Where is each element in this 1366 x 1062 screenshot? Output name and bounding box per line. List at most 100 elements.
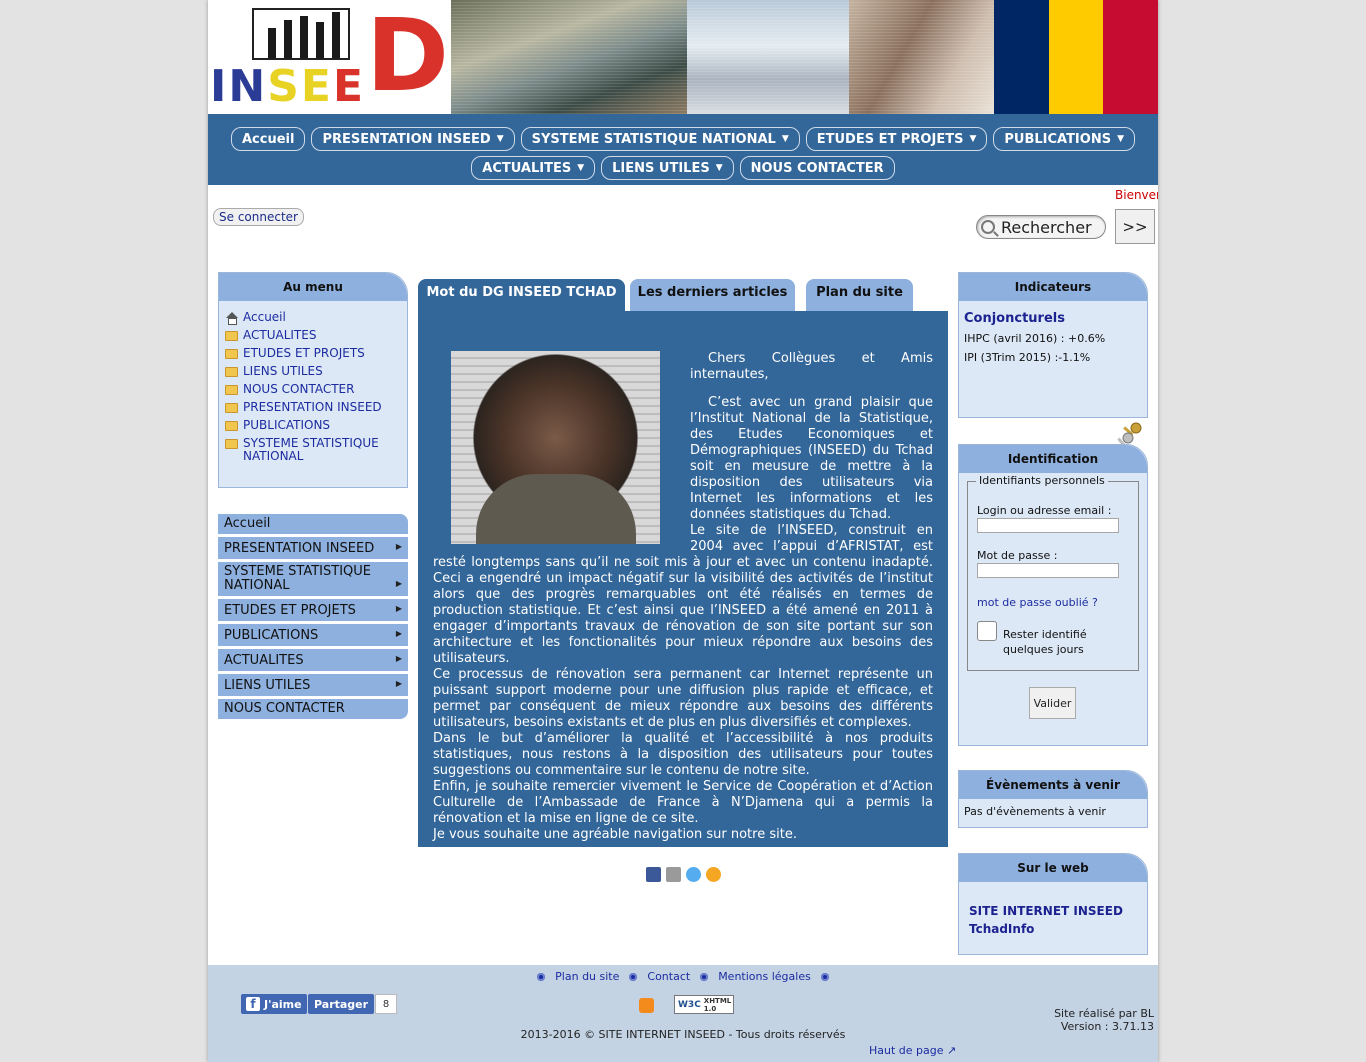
- side-menu-presentation[interactable]: PRESENTATION INSEED ▶: [218, 537, 408, 562]
- rss-icon[interactable]: [639, 998, 654, 1013]
- back-to-top-label: Haut de page: [869, 1044, 944, 1057]
- nav-presentation-inseed[interactable]: PRESENTATION INSEED ▼: [311, 127, 515, 151]
- submenu-arrow-icon: ▶: [395, 679, 402, 688]
- folder-icon: [225, 367, 238, 377]
- side-menu-label: NOUS CONTACTER: [224, 701, 345, 716]
- web-link-tchadinfo[interactable]: TchadInfo: [959, 922, 1147, 936]
- forgot-password-link[interactable]: mot de passe oublié ?: [977, 596, 1129, 609]
- w3c-xhtml-badge[interactable]: W3C XHTML 1.0: [674, 995, 734, 1014]
- arrow-up-icon: ↗: [947, 1044, 957, 1057]
- password-label: Mot de passe :: [977, 549, 1058, 562]
- footer-link-plan[interactable]: Plan du site: [555, 970, 619, 983]
- side-menu-label: SYSTEME STATISTIQUE NATIONAL: [224, 564, 371, 593]
- dropdown-arrow-icon: ▼: [577, 163, 585, 173]
- remember-me-checkbox[interactable]: [977, 621, 997, 641]
- tree-item-systeme[interactable]: SYSTEME STATISTIQUE NATIONAL: [225, 437, 401, 463]
- facebook-share-icon[interactable]: [646, 867, 661, 882]
- credit-author: Site réalisé par BL: [1054, 1007, 1154, 1020]
- footer-link-mentions[interactable]: Mentions légales: [718, 970, 811, 983]
- indicators-heading[interactable]: Conjoncturels: [959, 301, 1147, 332]
- twitter-share-icon[interactable]: [686, 867, 701, 882]
- search-submit-button[interactable]: >>: [1115, 209, 1155, 244]
- tab-derniers-articles[interactable]: Les derniers articles: [630, 279, 795, 312]
- tree-item-liens-utiles[interactable]: LIENS UTILES: [225, 365, 401, 378]
- tree-item-label: SYSTEME STATISTIQUE NATIONAL: [243, 436, 379, 463]
- dropdown-arrow-icon: ▼: [1117, 134, 1124, 144]
- article-paragraph: Dans le but d’améliorer la qualité et l’…: [433, 731, 933, 778]
- facebook-share-button[interactable]: Partager: [308, 994, 375, 1014]
- nav-publications[interactable]: PUBLICATIONS ▼: [993, 127, 1135, 151]
- share-more-icon[interactable]: [706, 867, 721, 882]
- nav-nous-contacter[interactable]: NOUS CONTACTER: [739, 156, 895, 180]
- footer: Plan du site Contact Mentions légales f …: [208, 965, 1158, 1062]
- chad-flag: [994, 0, 1158, 114]
- side-menu-etudes[interactable]: ETUDES ET PROJETS ▶: [218, 599, 408, 624]
- nav-actualites[interactable]: ACTUALITES ▼: [471, 156, 596, 180]
- tree-item-actualites[interactable]: ACTUALITES: [225, 329, 401, 342]
- indicator-line: IPI (3Trim 2015) :-1.1%: [964, 351, 1091, 364]
- side-menu-label: ETUDES ET PROJETS: [224, 603, 356, 618]
- nav-label: Accueil: [241, 131, 295, 147]
- submenu-arrow-icon: ▶: [395, 604, 402, 613]
- tree-item-publications[interactable]: PUBLICATIONS: [225, 419, 401, 432]
- tree-item-label: PRESENTATION INSEED: [243, 400, 382, 414]
- search-input[interactable]: [1001, 217, 1101, 237]
- tree-item-presentation[interactable]: PRESENTATION INSEED: [225, 401, 401, 414]
- search-field[interactable]: [976, 215, 1106, 239]
- side-menu-liens[interactable]: LIENS UTILES ▶: [218, 674, 408, 699]
- folder-icon: [225, 349, 238, 359]
- tree-item-label: Accueil: [243, 310, 286, 324]
- home-icon: [225, 312, 238, 325]
- director-photo: [451, 351, 660, 544]
- banner-photo-portrait: [849, 0, 994, 114]
- tree-item-nous-contacter[interactable]: NOUS CONTACTER: [225, 383, 401, 396]
- logo-letter-d: D: [366, 0, 450, 114]
- login-input[interactable]: [977, 518, 1119, 533]
- nav-label: ETUDES ET PROJETS: [816, 131, 964, 147]
- nav-systeme-statistique[interactable]: SYSTEME STATISTIQUE NATIONAL ▼: [520, 127, 800, 151]
- nav-accueil[interactable]: Accueil: [230, 127, 306, 151]
- web-link-inseed[interactable]: SITE INTERNET INSEED: [959, 904, 1147, 918]
- tab-mot-du-dg[interactable]: Mot du DG INSEED TCHAD: [418, 279, 625, 312]
- print-icon[interactable]: [666, 867, 681, 882]
- facebook-like-button[interactable]: f J'aime: [241, 994, 307, 1014]
- menu-tree: Accueil ACTUALITES ETUDES ET PROJETS LIE…: [219, 301, 407, 463]
- login-label: Login ou adresse email :: [977, 504, 1112, 517]
- tree-item-label: ETUDES ET PROJETS: [243, 346, 365, 360]
- events-box: Évènements à venir Pas d'évènements à ve…: [958, 770, 1148, 828]
- web-links-box: Sur le web SITE INTERNET INSEED TchadInf…: [958, 853, 1148, 955]
- submenu-arrow-icon: ▶: [395, 629, 402, 638]
- password-input[interactable]: [977, 563, 1119, 578]
- folder-icon: [225, 331, 238, 341]
- bullet-icon: [629, 972, 638, 981]
- folder-icon: [225, 403, 238, 413]
- tree-item-label: NOUS CONTACTER: [243, 382, 355, 396]
- submenu-arrow-icon: ▶: [395, 579, 402, 588]
- side-menu-publications[interactable]: PUBLICATIONS ▶: [218, 624, 408, 649]
- box-title: Sur le web: [959, 854, 1147, 882]
- side-menu-actualites[interactable]: ACTUALITES ▶: [218, 649, 408, 674]
- back-to-top-link[interactable]: Haut de page ↗: [869, 1044, 956, 1057]
- box-title: Au menu: [219, 273, 407, 301]
- folder-icon: [225, 421, 238, 431]
- tree-item-accueil[interactable]: Accueil: [225, 310, 401, 325]
- search-icon: [981, 220, 995, 234]
- box-title: Identification: [959, 445, 1147, 473]
- site-logo[interactable]: INSEE D: [208, 0, 451, 114]
- submit-button[interactable]: Valider: [1029, 687, 1076, 719]
- side-menu-systeme[interactable]: SYSTEME STATISTIQUE NATIONAL ▶: [218, 562, 408, 599]
- tree-item-etudes-projets[interactable]: ETUDES ET PROJETS: [225, 347, 401, 360]
- nav-label: LIENS UTILES: [612, 160, 710, 176]
- nav-etudes-projets[interactable]: ETUDES ET PROJETS ▼: [805, 127, 988, 151]
- dropdown-arrow-icon: ▼: [496, 134, 504, 144]
- nav-liens-utiles[interactable]: LIENS UTILES ▼: [601, 156, 734, 180]
- login-button[interactable]: Se connecter: [213, 208, 304, 226]
- welcome-marquee: Bienvenue: [1115, 188, 1158, 202]
- footer-link-contact[interactable]: Contact: [647, 970, 690, 983]
- side-menu-accueil[interactable]: Accueil: [218, 514, 408, 537]
- indicators-box: Indicateurs Conjoncturels IHPC (avril 20…: [958, 272, 1148, 418]
- w3c-logo: W3C: [678, 999, 701, 1010]
- side-menu-contact[interactable]: NOUS CONTACTER: [218, 699, 408, 719]
- tab-plan-du-site[interactable]: Plan du site: [806, 279, 913, 312]
- logo-bar-chart-icon: [252, 8, 350, 60]
